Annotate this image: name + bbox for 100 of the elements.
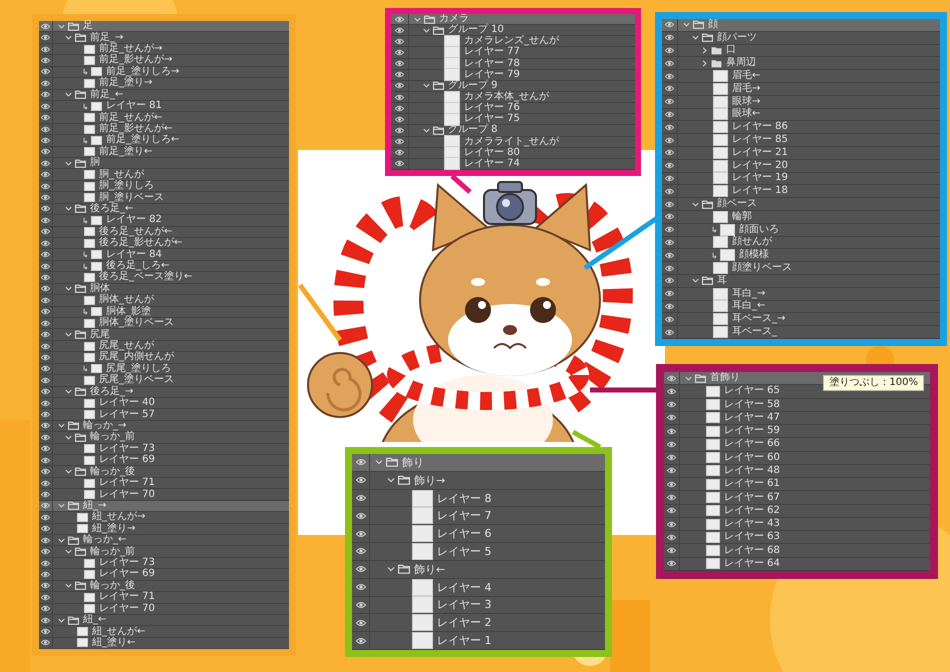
layer-row[interactable]: 前足_塗り← [39,146,289,158]
eye-icon[interactable] [41,490,50,499]
layer-row[interactable]: レイヤー 48 [664,464,930,478]
eye-icon[interactable] [667,506,676,516]
layer-row[interactable]: レイヤー 71 [39,478,289,490]
layer-row[interactable]: レイヤー 79 [391,70,635,81]
eye-icon[interactable] [665,148,674,158]
layer-row[interactable]: 後ろ足_しろ← [39,260,289,272]
eye-icon[interactable] [41,193,50,202]
eye-icon[interactable] [41,558,50,568]
eye-icon[interactable] [665,238,674,247]
layer-row[interactable]: 輪っか_後 [39,580,289,592]
eye-icon[interactable] [665,225,674,234]
eye-icon[interactable] [41,113,50,122]
eye-icon[interactable] [41,238,50,248]
layer-row[interactable]: 胴_塗りベース [39,192,289,204]
eye-icon[interactable] [665,212,674,222]
eye-icon[interactable] [395,36,404,46]
layer-row[interactable]: レイヤー 62 [664,504,930,518]
eye-icon[interactable] [665,200,674,209]
layer-row[interactable]: レイヤー 21 [662,146,940,160]
eye-icon[interactable] [41,616,50,625]
layer-row[interactable]: 輪っか_前 [39,546,289,558]
eye-icon[interactable] [665,289,674,298]
eye-icon[interactable] [41,387,50,396]
layer-row[interactable]: レイヤー 61 [664,478,930,492]
layer-row[interactable]: レイヤー 73 [39,444,289,456]
layer-row[interactable]: 輪っか_← [39,534,289,546]
eye-icon[interactable] [356,564,366,574]
eye-icon[interactable] [41,456,50,465]
layer-row[interactable]: 飾り← [352,560,605,579]
eye-icon[interactable] [41,262,50,271]
eye-icon[interactable] [356,582,366,592]
layer-row[interactable]: レイヤー 58 [664,398,930,412]
eye-icon[interactable] [665,314,674,324]
layer-row[interactable]: レイヤー 5 [352,543,605,561]
eye-icon[interactable] [667,440,676,449]
eye-icon[interactable] [665,250,674,260]
layer-row[interactable]: レイヤー 43 [664,518,930,532]
eye-icon[interactable] [667,374,676,383]
eye-icon[interactable] [665,161,674,170]
eye-icon[interactable] [665,186,674,196]
layer-row[interactable]: レイヤー 6 [352,525,605,544]
eye-icon[interactable] [41,90,50,100]
layer-row[interactable]: 顔模様 [662,249,940,262]
layer-row[interactable]: 顔せんが [662,236,940,250]
chevron-down-icon[interactable] [57,501,66,510]
layer-row[interactable]: グループ 9 [391,80,635,92]
layer-row[interactable]: 輪郭 [662,210,940,224]
layer-row[interactable]: 前足_影せんが← [39,124,289,136]
eye-icon[interactable] [667,453,676,462]
layer-row[interactable]: 顔 [662,19,940,32]
eye-icon[interactable] [667,532,676,542]
layer-row[interactable]: レイヤー 19 [662,172,940,186]
chevron-down-icon[interactable] [682,20,691,30]
eye-icon[interactable] [395,126,404,135]
layer-row[interactable]: レイヤー 59 [664,425,930,438]
layer-row[interactable]: 飾り→ [352,472,605,490]
eye-icon[interactable] [41,307,50,316]
layer-row[interactable]: 紐_せんが← [39,626,289,638]
eye-icon[interactable] [41,124,50,134]
eye-icon[interactable] [41,501,50,510]
layer-row[interactable]: 紐_← [39,614,289,626]
eye-icon[interactable] [41,44,50,54]
layer-row[interactable]: 胴_塗りしろ [39,180,289,192]
eye-icon[interactable] [395,59,404,68]
eye-icon[interactable] [395,148,404,158]
layer-row[interactable]: 胴体 [39,284,289,296]
eye-icon[interactable] [41,398,50,408]
eye-icon[interactable] [41,536,50,545]
eye-icon[interactable] [667,493,676,502]
eye-icon[interactable] [665,136,674,145]
layer-row[interactable]: 耳白_← [662,300,940,314]
layer-row[interactable]: 顔ベース [662,198,940,211]
eye-icon[interactable] [356,618,366,628]
eye-icon[interactable] [41,284,50,294]
eye-icon[interactable] [41,67,50,76]
eye-icon[interactable] [356,600,366,610]
eye-icon[interactable] [41,444,50,454]
eye-icon[interactable] [667,400,676,410]
layer-row[interactable]: レイヤー 63 [664,531,930,544]
eye-icon[interactable] [665,20,674,30]
layer-row[interactable]: 胴_せんが [39,169,289,181]
layer-row[interactable]: レイヤー 3 [352,596,605,614]
eye-icon[interactable] [356,475,366,486]
eye-icon[interactable] [667,520,676,529]
chevron-down-icon[interactable] [64,284,73,294]
eye-icon[interactable] [395,48,404,57]
eye-icon[interactable] [356,636,366,646]
eye-icon[interactable] [41,227,50,236]
layer-row[interactable]: 尻尾_内側せんが [39,352,289,364]
layer-row[interactable]: 後ろ足_→ [39,386,289,398]
layer-row[interactable]: レイヤー 1 [352,632,605,650]
eye-icon[interactable] [395,14,404,24]
eye-icon[interactable] [665,110,674,119]
layer-row[interactable]: 前足_← [39,90,289,101]
layer-row[interactable]: 口 [662,44,940,58]
eye-icon[interactable] [356,493,366,504]
layer-row[interactable]: カメラ本体_せんが [391,92,635,104]
eye-icon[interactable] [41,22,50,31]
